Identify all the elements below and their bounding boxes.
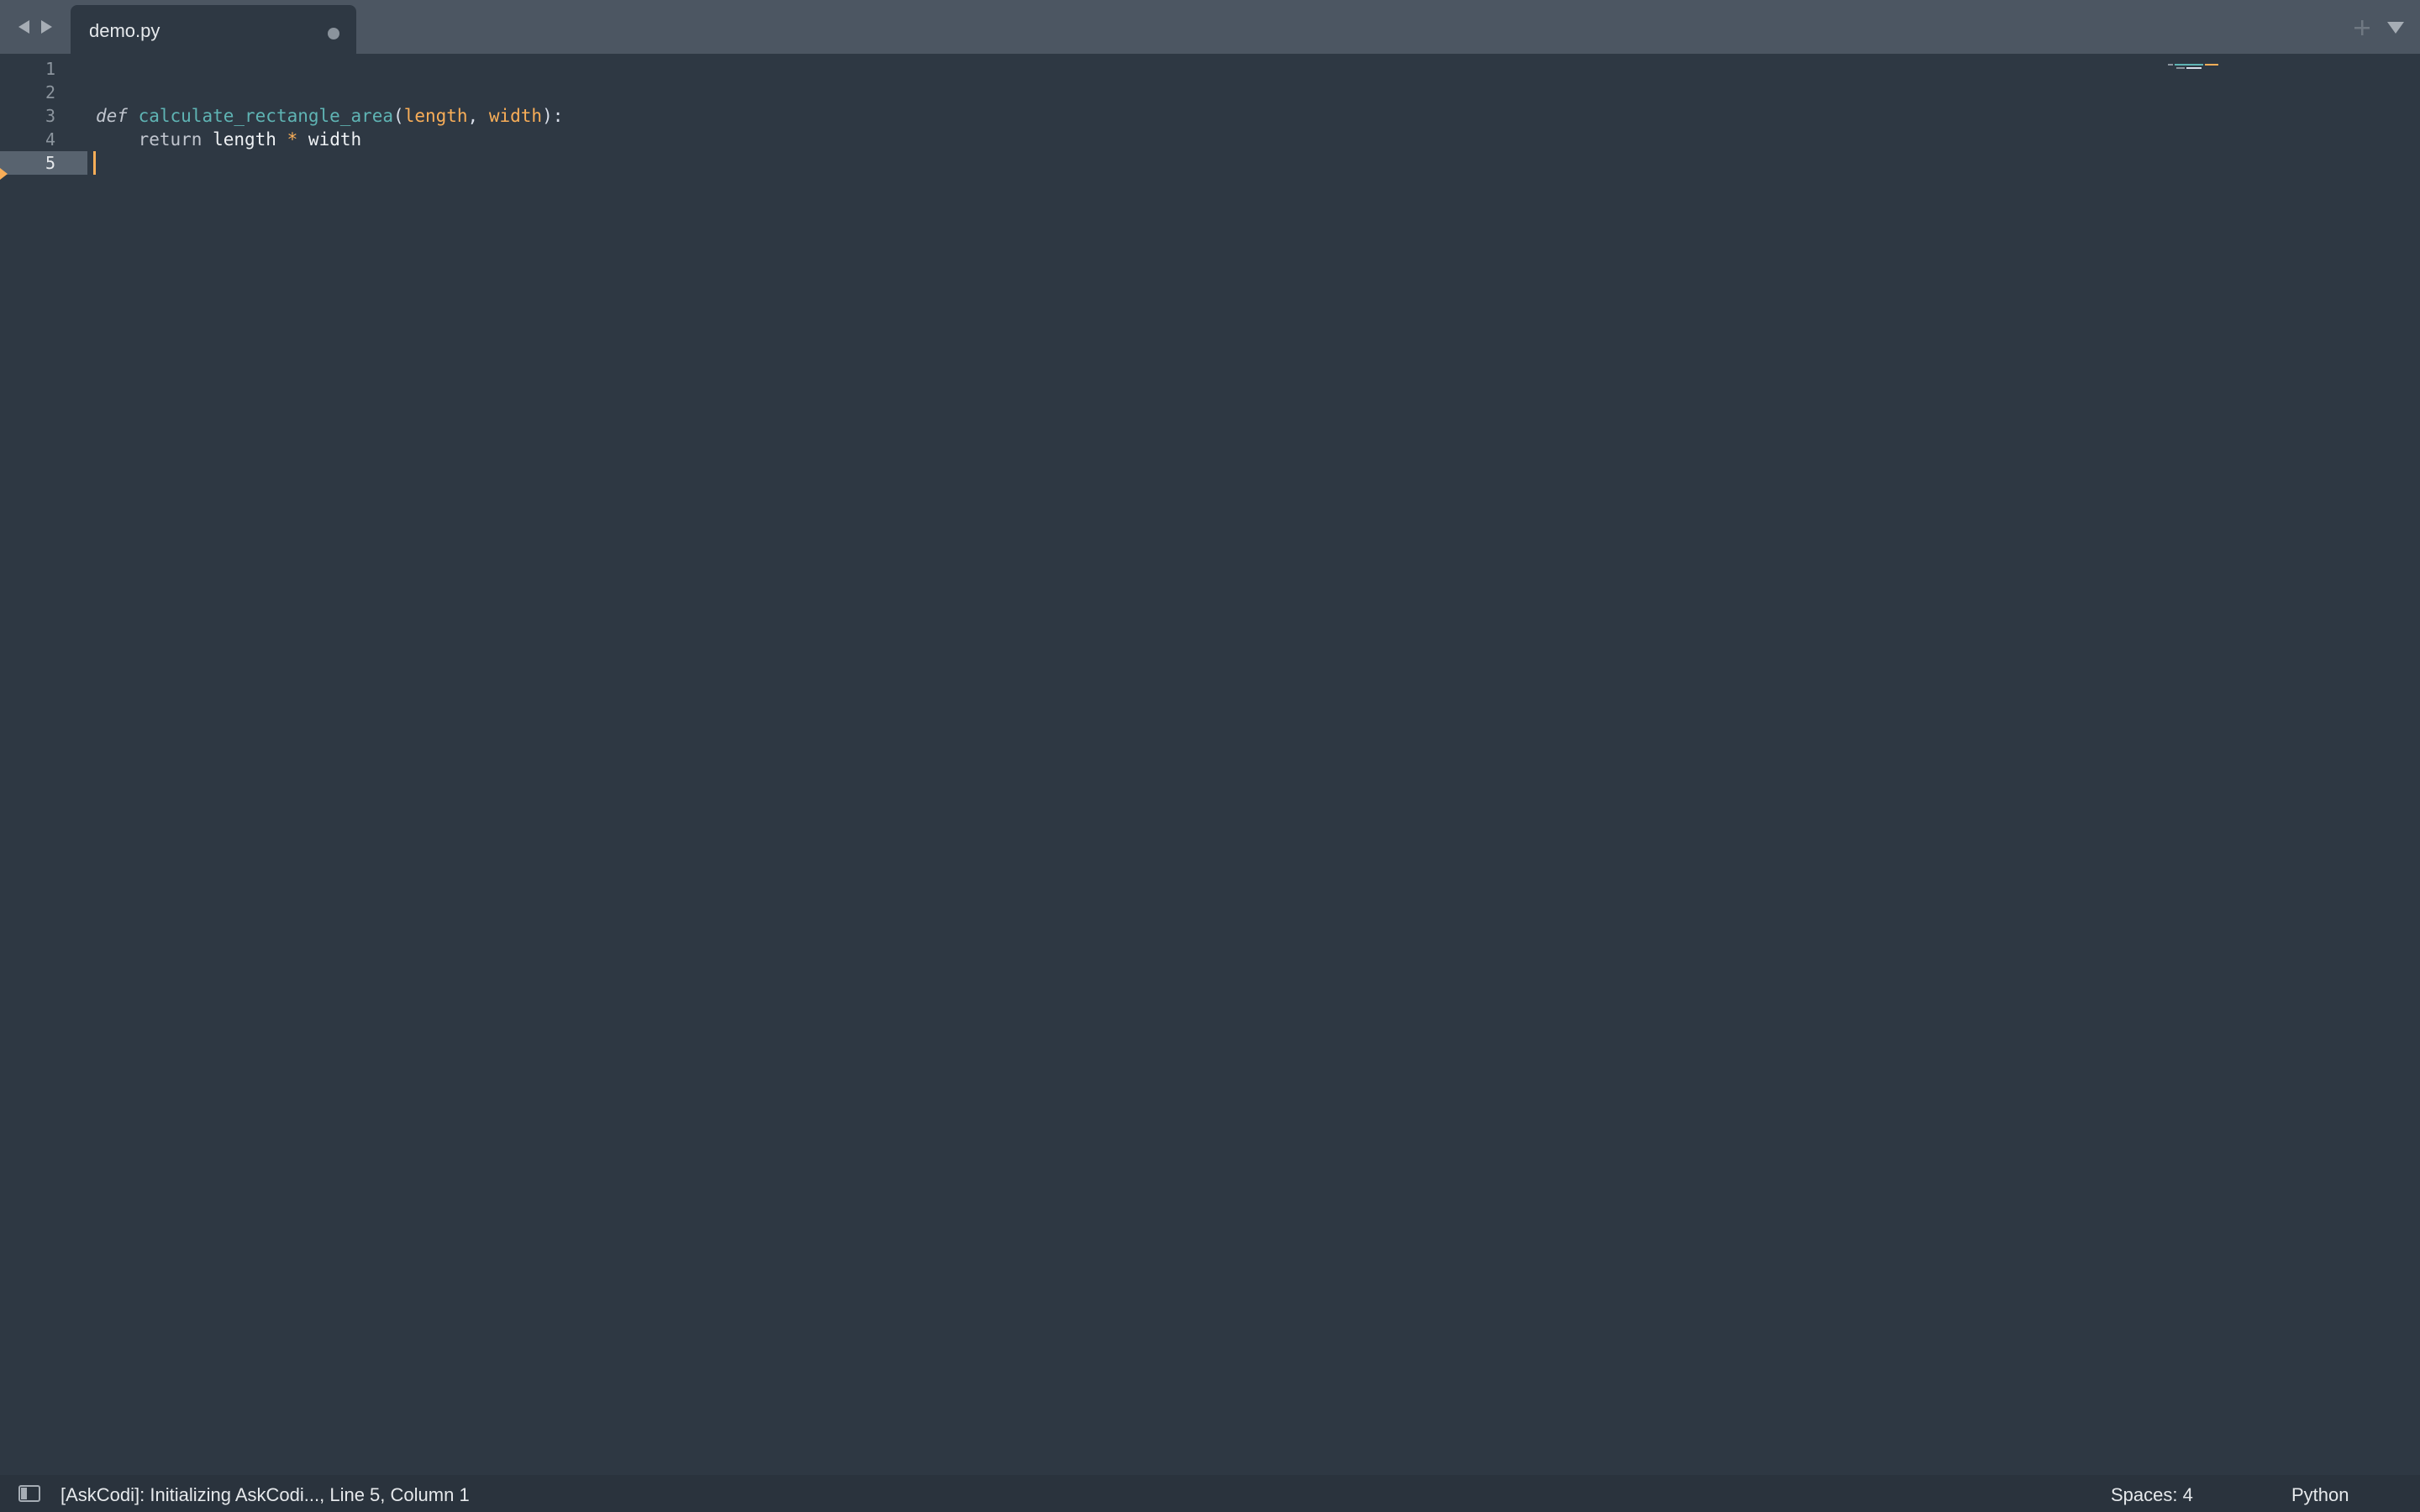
syntax-selector[interactable]: Python: [2291, 1484, 2349, 1506]
identifier-width: width: [308, 129, 362, 150]
line-number-active: 5: [0, 151, 87, 175]
line-number: 4: [45, 129, 55, 150]
tab-bar: demo.py: [0, 0, 2420, 54]
status-message: [AskCodi]: Initializing AskCodi..., Line…: [60, 1484, 470, 1505]
code-editor[interactable]: 1 2 3 4 5 def calculate_rectangle_area(l…: [0, 54, 2420, 1475]
text-caret: [93, 151, 96, 175]
close-paren-colon: ):: [542, 106, 564, 126]
tab-title: demo.py: [89, 20, 160, 41]
editor-window: demo.py 1 2 3 4 5 def calculate_rectangl…: [0, 0, 2420, 1512]
line-number: 3: [45, 106, 55, 126]
minimap[interactable]: [2168, 62, 2244, 74]
status-bar: [AskCodi]: Initializing AskCodi..., Line…: [0, 1475, 2420, 1512]
code-line-4: return length * width: [96, 128, 362, 151]
open-paren: (: [393, 106, 404, 126]
function-name: calculate_rectangle_area: [138, 106, 394, 126]
current-line-marker-icon: [0, 168, 8, 180]
triangle-down-icon: [2387, 22, 2404, 34]
indentation-selector[interactable]: Spaces: 4: [2111, 1484, 2193, 1506]
tab-menu-button[interactable]: [2385, 18, 2407, 37]
keyword-return: return: [138, 129, 203, 150]
chevron-left-icon: [18, 20, 29, 34]
forward-button[interactable]: [37, 17, 57, 37]
back-button[interactable]: [13, 17, 34, 37]
plus-icon: [2354, 20, 2370, 35]
chevron-right-icon: [41, 20, 52, 34]
keyword-def: def: [96, 106, 128, 126]
tab-demo-py[interactable]: demo.py: [71, 5, 356, 54]
line-number: 1: [45, 59, 55, 79]
unsaved-dot-icon[interactable]: [328, 28, 339, 39]
sidebar-toggle-icon: [18, 1485, 40, 1502]
param-width: width: [488, 106, 543, 126]
identifier-length: length: [213, 129, 276, 150]
sidebar-toggle-button[interactable]: [18, 1485, 40, 1502]
new-tab-button[interactable]: [2351, 17, 2373, 39]
code-line-3: def calculate_rectangle_area(length, wid…: [96, 104, 563, 128]
operator-multiply: *: [287, 129, 298, 150]
line-number-gutter: 1 2 3 4 5: [0, 54, 87, 1475]
line-number: 2: [45, 82, 55, 102]
comma: ,: [467, 106, 479, 126]
param-length: length: [403, 106, 468, 126]
